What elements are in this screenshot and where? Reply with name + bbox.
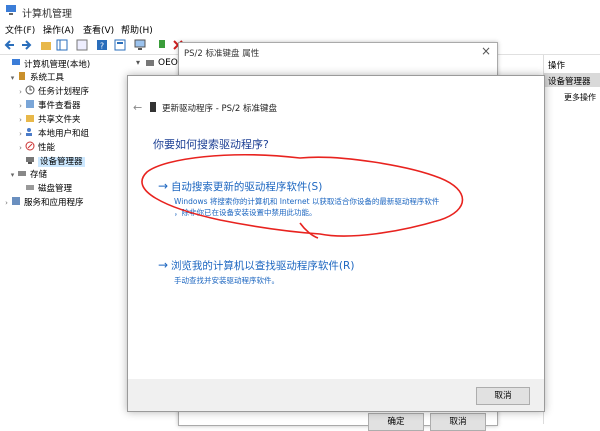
keyboard-device-icon — [150, 102, 156, 112]
monitor-icon[interactable] — [134, 39, 146, 51]
tree-item-task-scheduler[interactable]: › 任务计划程序 — [16, 85, 89, 99]
up-folder-icon[interactable] — [40, 39, 52, 51]
collapse-arrow-icon[interactable]: › — [16, 113, 25, 127]
collapse-arrow-icon[interactable]: ▾ — [136, 58, 140, 67]
browse-desc: 手动查找并安装驱动程序软件。 — [174, 276, 279, 285]
tree-item-shared-folders[interactable]: › 共享文件夹 — [16, 113, 81, 127]
tree-item-label: 本地用户和组 — [38, 129, 90, 139]
disk-icon — [26, 185, 34, 190]
services-icon — [12, 197, 20, 205]
browse-title: 浏览我的计算机以查找驱动程序软件(R) — [170, 260, 355, 272]
collapse-arrow-icon[interactable]: › — [16, 141, 25, 155]
menu-help[interactable]: 帮助(H) — [121, 23, 153, 36]
props-cancel-button[interactable]: 取消 — [430, 413, 486, 431]
auto-search-title: 自动搜索更新的驱动程序软件(S) — [170, 181, 323, 193]
tree-item-label: 服务和应用程序 — [24, 198, 84, 208]
tree-item-device-manager[interactable]: 设备管理器 — [16, 155, 85, 169]
back-arrow-icon[interactable]: ← — [133, 101, 142, 114]
tree-item-system-tools[interactable]: ▾ 系统工具 — [8, 71, 64, 85]
device-root-label[interactable]: OEO — [158, 58, 178, 68]
tree-item-label: 任务计划程序 — [38, 87, 90, 97]
menu-bar: 文件(F) 操作(A) 查看(V) 帮助(H) — [0, 22, 600, 37]
title-bar: 计算机管理 — [0, 0, 600, 22]
arrow-right-icon: → — [158, 179, 169, 193]
back-arrow-icon[interactable] — [4, 39, 16, 51]
tree-item-label: 共享文件夹 — [38, 115, 81, 125]
wizard-header-title: 更新驱动程序 - PS/2 标准键盘 — [162, 104, 277, 114]
event-icon — [26, 100, 34, 108]
actions-selected-item[interactable]: 设备管理器 — [544, 73, 600, 87]
cancel-button[interactable]: 取消 — [476, 387, 530, 405]
collapse-arrow-icon[interactable]: › — [2, 196, 11, 210]
tree-item-services-apps[interactable]: › 服务和应用程序 — [2, 196, 84, 210]
svg-text:?: ? — [100, 42, 104, 51]
console-tree: 计算机管理(本地) ▾ 系统工具 › 任务计划程序 › 事件查看器 › 共享文件夹 › 本… — [0, 55, 130, 424]
help-icon[interactable]: ? — [96, 39, 108, 51]
tree-item-local-users[interactable]: › 本地用户和组 — [16, 127, 89, 141]
tree-item-label: 事件查看器 — [38, 101, 81, 111]
menu-action[interactable]: 操作(A) — [43, 23, 74, 36]
properties-icon[interactable] — [114, 39, 126, 51]
collapse-arrow-icon[interactable]: › — [16, 99, 25, 113]
ok-button[interactable]: 确定 — [368, 413, 424, 431]
auto-search-desc-line2: ，除非你已在设备安装设置中禁用此功能。 — [174, 208, 317, 217]
users-icon — [26, 128, 32, 136]
close-icon[interactable]: × — [481, 44, 491, 58]
list-icon[interactable] — [76, 39, 88, 51]
tree-item-disk-management[interactable]: 磁盘管理 — [16, 182, 72, 196]
menu-view[interactable]: 查看(V) — [83, 23, 114, 36]
folder-icon — [26, 115, 34, 122]
window-title: 计算机管理 — [22, 9, 72, 20]
properties-dialog-title: PS/2 标准键盘 属性 — [184, 49, 260, 59]
more-actions-link[interactable]: 更多操作 — [564, 92, 596, 103]
browse-option[interactable]: → 浏览我的计算机以查找驱动程序软件(R) 手动查找并安装驱动程序软件。 — [158, 258, 538, 286]
menu-file[interactable]: 文件(F) — [5, 23, 35, 36]
performance-icon — [25, 141, 35, 151]
expand-arrow-icon[interactable]: ▾ — [8, 168, 17, 182]
collapse-arrow-icon[interactable]: › — [16, 85, 25, 99]
tree-item-computer-management[interactable]: 计算机管理(本地) — [2, 58, 90, 72]
clock-icon — [25, 85, 35, 95]
actions-selected-label: 设备管理器 — [548, 77, 591, 87]
actions-panel: 操作 设备管理器 更多操作 — [543, 55, 600, 424]
computer-management-icon — [6, 5, 16, 15]
actions-header: 操作 — [548, 61, 566, 71]
computer-management-icon — [12, 59, 20, 65]
collapse-arrow-icon[interactable]: › — [16, 127, 25, 141]
device-manager-icon — [26, 157, 34, 164]
update-driver-wizard: ← 更新驱动程序 - PS/2 标准键盘 你要如何搜索驱动程序? → 自动搜索更… — [127, 75, 545, 412]
auto-search-desc-line1: Windows 将搜索你的计算机和 Internet 以获取适合你设备的最新驱动… — [174, 197, 440, 206]
wizard-footer: 取消 — [128, 379, 544, 411]
forward-arrow-icon[interactable] — [20, 39, 32, 51]
tree-item-event-viewer[interactable]: › 事件查看器 — [16, 99, 81, 113]
tree-item-label: 系统工具 — [30, 73, 65, 83]
tree-item-label: 存储 — [30, 170, 48, 180]
auto-search-option[interactable]: → 自动搜索更新的驱动程序软件(S) Windows 将搜索你的计算机和 Int… — [158, 179, 538, 218]
storage-icon — [18, 171, 26, 176]
tools-icon — [19, 72, 25, 80]
tree-item-label: 设备管理器 — [38, 157, 85, 167]
tree-item-label: 性能 — [38, 143, 56, 153]
arrow-right-icon: → — [158, 258, 169, 272]
tree-item-storage[interactable]: ▾ 存储 — [8, 168, 47, 182]
tree-item-label: 计算机管理(本地) — [24, 60, 91, 70]
expand-arrow-icon[interactable]: ▾ — [8, 71, 17, 85]
update-driver-icon[interactable] — [156, 39, 168, 51]
show-hide-tree-icon[interactable] — [56, 39, 68, 51]
tree-item-performance[interactable]: › 性能 — [16, 141, 55, 155]
wizard-question: 你要如何搜索驱动程序? — [153, 138, 269, 151]
tree-item-label: 磁盘管理 — [38, 184, 73, 194]
computer-icon — [146, 60, 154, 66]
